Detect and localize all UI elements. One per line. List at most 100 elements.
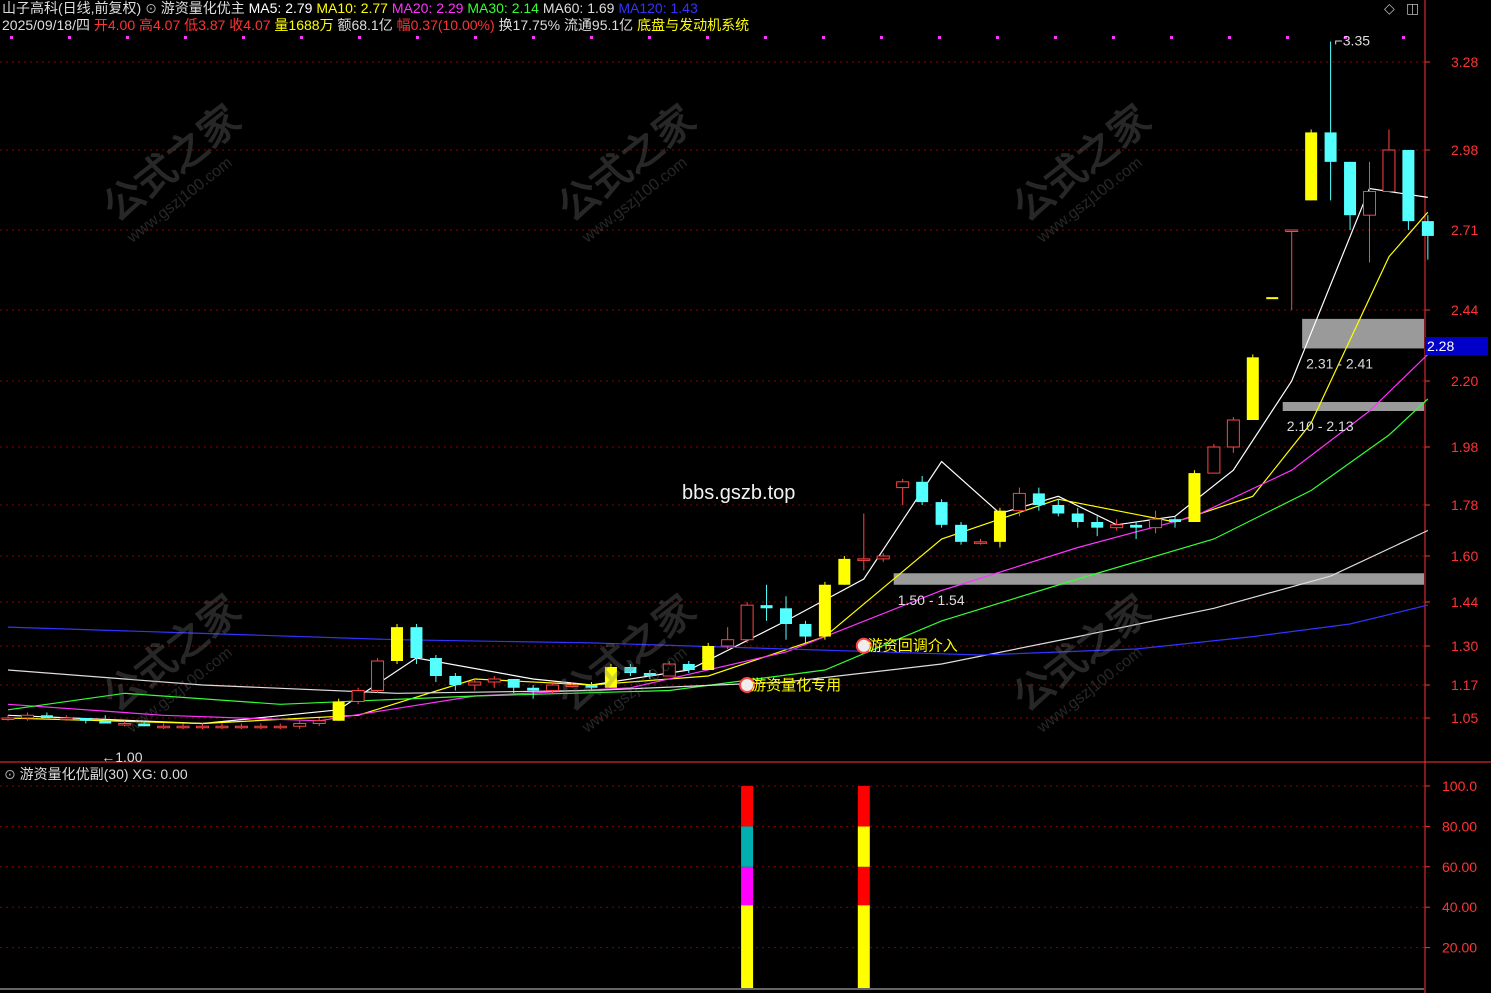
candle-body [234, 725, 248, 729]
candle-body [1421, 221, 1434, 236]
candle-body [1344, 161, 1357, 216]
price-zone [893, 573, 1424, 585]
quote-volume: 量1688万 [274, 17, 334, 33]
stock-title[interactable]: 山子高科(日线,前复权) [2, 0, 141, 16]
candle-body [1324, 132, 1337, 162]
candle-body [974, 541, 987, 544]
candle-body [1285, 229, 1299, 232]
candle-body [1071, 513, 1084, 522]
top-marker-dot [1170, 36, 1173, 39]
candle-body [818, 584, 831, 637]
candle-body [1032, 493, 1045, 505]
top-marker-dot [996, 36, 999, 39]
y-tick-label: 1.60 [1451, 548, 1478, 564]
candle-body [935, 502, 948, 525]
candle-body [955, 524, 968, 542]
top-marker-dot [1228, 36, 1231, 39]
quote-system[interactable]: 底盘与发动机系统 [637, 17, 749, 33]
candle-body [99, 720, 112, 724]
sub-tick-label: 40.00 [1442, 899, 1477, 915]
top-marker-dot [242, 36, 245, 39]
header-row-2: 2025/09/18/四 开4.00 高4.07 低3.87 收4.07 量16… [2, 17, 749, 33]
candle-body [20, 714, 34, 719]
candle-body [1382, 149, 1396, 192]
candle-body [760, 605, 773, 609]
ma10-label: MA10: 2.77 [316, 0, 388, 16]
top-marker-dot [1112, 36, 1115, 39]
indicator-name[interactable]: 游资量化优主 [161, 0, 245, 16]
ma-line-ma120 [7, 604, 1428, 656]
price-zone [1302, 318, 1424, 349]
candle-body [1110, 524, 1124, 529]
candle-body [916, 481, 929, 503]
window-icon[interactable]: ◫ [1406, 0, 1419, 17]
price-mark: ⌐3.35 [1335, 32, 1371, 48]
quote-high: 高4.07 [139, 17, 181, 33]
diamond-icon[interactable]: ◇ [1384, 0, 1395, 17]
candle-body [429, 658, 442, 676]
zone-label: 2.10 - 2.13 [1287, 418, 1354, 434]
candle-body [157, 725, 171, 729]
candle-body [59, 717, 73, 720]
sub-header: ⊙ 游资量化优副(30) XG: 0.00 [4, 764, 188, 784]
top-marker-dot [184, 36, 187, 39]
top-marker-dot [1286, 36, 1289, 39]
top-marker-dot [10, 36, 13, 39]
site-text: bbs.gszb.top [682, 482, 796, 504]
sub-bar-segment [857, 866, 870, 906]
ma20-label: MA20: 2.29 [391, 0, 464, 16]
candle-body [1363, 190, 1376, 216]
quote-turnover: 换17.75% [498, 17, 561, 33]
candle-body [702, 646, 715, 670]
y-tick-label: 1.44 [1451, 594, 1478, 610]
candle-body [138, 723, 151, 727]
quote-date: 2025/09/18/四 [2, 17, 90, 33]
top-marker-dot [358, 36, 361, 39]
candle-body [332, 701, 345, 721]
quote-change: 幅0.37(10.00%) [396, 17, 495, 33]
candle-body [1, 717, 15, 720]
candle-body [896, 481, 910, 489]
sub-xg-value: XG: 0.00 [132, 766, 188, 782]
top-marker-dot [416, 36, 419, 39]
candle-body [273, 725, 287, 729]
price-zone [1282, 402, 1424, 411]
sub-tick-label: 20.00 [1442, 940, 1477, 956]
candle-body [215, 725, 229, 729]
sub-bar-segment [741, 866, 754, 906]
signal-annotation: 游资量化专用 [751, 677, 841, 694]
candle-body [799, 624, 812, 637]
ma120-label: MA120: 1.43 [618, 0, 698, 16]
candle-body [585, 685, 598, 688]
sub-bar-segment [741, 905, 754, 988]
top-marker-dot [880, 36, 883, 39]
top-marker-dot [648, 36, 651, 39]
indicator-toggle-icon[interactable]: ⊙ [145, 0, 157, 16]
candle-body [1246, 357, 1259, 420]
y-tick-label: 1.05 [1451, 710, 1478, 726]
candle-body [740, 604, 754, 641]
candle-body [1091, 522, 1104, 528]
candle-body [1169, 519, 1181, 522]
candle-body [293, 723, 307, 727]
candle-body [527, 687, 540, 691]
ma-line-ma30 [7, 398, 1429, 711]
ma-line-ma20 [7, 353, 1429, 722]
top-marker-dot [590, 36, 593, 39]
sub-tick-label: 100.0 [1442, 778, 1477, 794]
candle-body [1226, 419, 1240, 448]
candle-body [391, 627, 403, 661]
candle-body [1052, 505, 1065, 514]
sub-indicator-name[interactable]: 游资量化优副(30) [20, 766, 129, 782]
candle-body [604, 667, 617, 688]
candle-body [546, 684, 560, 691]
signal-annotation: 游资回调介入 [868, 638, 958, 655]
candle-body [449, 676, 462, 685]
top-marker-dot [938, 36, 941, 39]
sub-bar-segment [857, 786, 870, 827]
top-marker-dot [126, 36, 129, 39]
y-tick-label: 2.71 [1451, 222, 1478, 238]
top-marker-dot [474, 36, 477, 39]
sub-toggle-icon[interactable]: ⊙ [4, 766, 16, 782]
candle-body [118, 723, 132, 726]
